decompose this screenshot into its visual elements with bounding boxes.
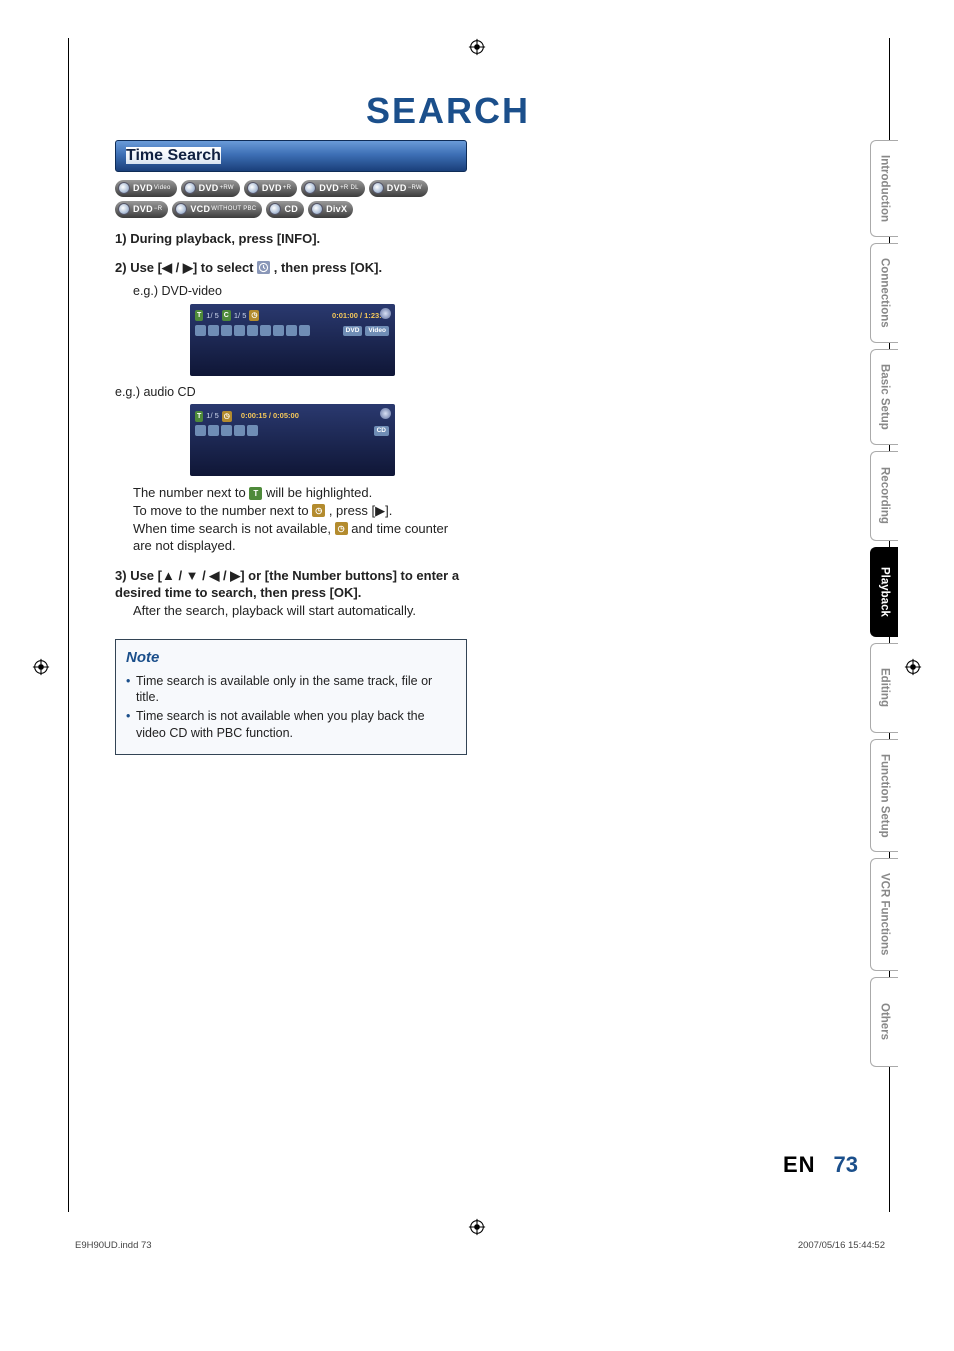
tab-introduction[interactable]: Introduction — [870, 140, 898, 237]
disc-icon — [380, 308, 391, 319]
osd-format-tags: DVD Video — [343, 326, 389, 336]
page-num-value: 73 — [834, 1152, 858, 1178]
tab-recording[interactable]: Recording — [870, 451, 898, 541]
arrows-four-way-icon: ▲ / ▼ / ◀ / ▶ — [162, 568, 240, 583]
badge-dvd-minus-r: DVD−R — [115, 201, 168, 218]
main-content: Time Search DVDVideo DVD+RW DVD+R DVD+R … — [115, 140, 467, 755]
badge-vcd: VCDWITHOUT PBC — [172, 201, 262, 218]
tab-connections[interactable]: Connections — [870, 243, 898, 343]
note-item: Time search is not available when you pl… — [126, 708, 456, 742]
osd-format-tags: CD — [374, 426, 389, 436]
step-1: 1) During playback, press [INFO]. — [115, 230, 467, 248]
t-chip-icon: T — [249, 487, 262, 500]
tab-function-setup[interactable]: Function Setup — [870, 739, 898, 853]
page-title: SEARCH — [68, 90, 828, 132]
example-dvd-label: e.g.) DVD-video — [133, 283, 467, 300]
arrow-left-right-icon: ◀ / ▶ — [162, 260, 193, 275]
badge-dvd-plus-r: DVD+R — [244, 180, 297, 197]
tab-editing[interactable]: Editing — [870, 643, 898, 733]
crop-mark-right — [904, 658, 922, 676]
clock-icon: ◷ — [222, 411, 232, 422]
osd-c-chip: C — [222, 310, 231, 321]
osd-t-chip: T — [195, 310, 203, 321]
step-3: 3) Use [▲ / ▼ / ◀ / ▶] or [the Number bu… — [115, 567, 467, 620]
note-title: Note — [126, 648, 456, 668]
badge-dvd-plus-r-dl: DVD+R DL — [301, 180, 365, 197]
step-2-mid: ] to select — [193, 260, 257, 275]
step-1-text: During playback, press [INFO]. — [130, 231, 320, 246]
osd-tag-video: Video — [365, 326, 389, 336]
clock-chip-icon: ◷ — [312, 504, 325, 517]
step-2: 2) Use [◀ / ▶] to select , then press [O… — [115, 259, 467, 277]
badge-dvd-video: DVDVideo — [115, 180, 177, 197]
osd-icon-row — [195, 425, 390, 436]
clock-icon: ◷ — [249, 310, 259, 321]
step-2-body-3: When time search is not available, ◷ and… — [133, 520, 467, 555]
step-2-post: , then press [OK]. — [270, 260, 382, 275]
section-header: Time Search — [115, 140, 467, 172]
osd-screenshot-dvd: T 1/ 5 C 1/ 5 ◷ 0:01:00 / 1:23:45 DVD Vi… — [190, 304, 395, 376]
page-number: EN 73 — [783, 1152, 858, 1178]
osd-t-chip: T — [195, 411, 203, 422]
tab-vcr-functions[interactable]: VCR Functions — [870, 858, 898, 970]
tab-others[interactable]: Others — [870, 977, 898, 1067]
osd-track: 1/ 5 — [206, 411, 219, 421]
tab-playback[interactable]: Playback — [870, 547, 898, 637]
footer-left: E9H90UD.indd 73 — [75, 1240, 152, 1251]
badge-divx: DivX — [308, 201, 353, 218]
osd-chapter: 1/ 5 — [234, 311, 247, 321]
badge-dvd-plus-rw: DVD+RW — [181, 180, 240, 197]
chapter-tabs: Introduction Connections Basic Setup Rec… — [870, 140, 898, 1073]
example-cd-label: e.g.) audio CD — [115, 384, 467, 401]
badge-dvd-minus-rw: DVD−RW — [369, 180, 428, 197]
clock-chip-icon: ◷ — [335, 522, 348, 535]
osd-screenshot-cd: T 1/ 5 ◷ 0:00:15 / 0:05:00 CD — [190, 404, 395, 476]
section-header-text: Time Search — [126, 147, 221, 164]
osd-tag-cd: CD — [374, 426, 389, 436]
badge-cd: CD — [266, 201, 304, 218]
arrow-right-icon: ▶ — [375, 503, 385, 518]
page-lang: EN — [783, 1152, 816, 1178]
step-2-body-1: The number next to T will be highlighted… — [133, 484, 467, 502]
step-2-pre: Use [ — [130, 260, 162, 275]
disc-badge-row: DVDVideo DVD+RW DVD+R DVD+R DL DVD−RW DV… — [115, 180, 467, 218]
step-2-body-2: To move to the number next to ◷ , press … — [133, 502, 467, 520]
tab-basic-setup[interactable]: Basic Setup — [870, 349, 898, 445]
crop-mark-left — [32, 658, 50, 676]
footer-right: 2007/05/16 15:44:52 — [798, 1240, 885, 1251]
osd-time: 0:00:15 / 0:05:00 — [241, 411, 299, 421]
crop-mark-bottom — [468, 1218, 486, 1236]
note-box: Note Time search is available only in th… — [115, 639, 467, 755]
step-3-after: After the search, playback will start au… — [133, 602, 467, 620]
osd-track: 1/ 5 — [206, 311, 219, 321]
clock-icon — [257, 261, 270, 274]
note-item: Time search is available only in the sam… — [126, 673, 456, 707]
osd-tag-dvd: DVD — [343, 326, 363, 336]
footer: E9H90UD.indd 73 2007/05/16 15:44:52 — [75, 1240, 885, 1251]
